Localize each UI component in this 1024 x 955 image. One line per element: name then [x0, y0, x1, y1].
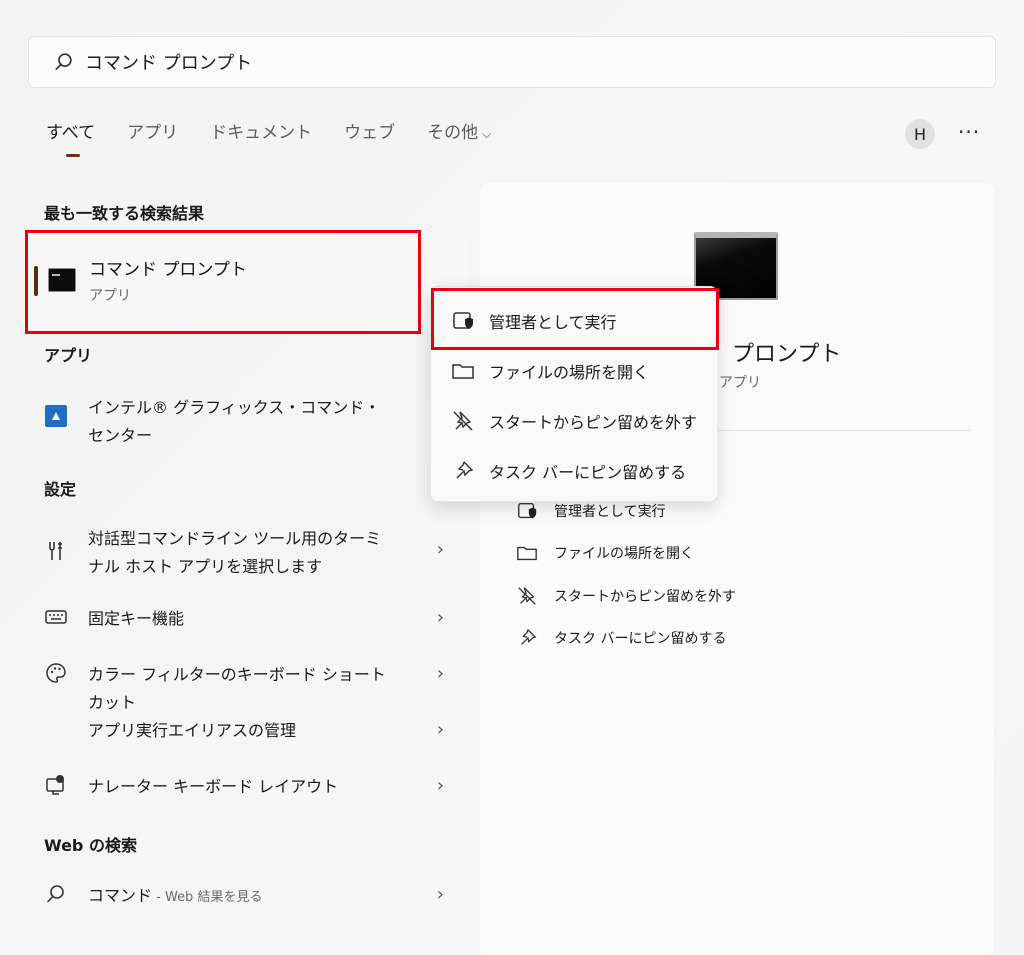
chevron-right-icon: ›	[436, 775, 444, 796]
settings-item-label: カラー フィルターのキーボード ショートカット	[88, 665, 386, 712]
chevron-right-icon: ›	[436, 884, 444, 905]
search-box[interactable]	[28, 36, 996, 88]
settings-item-app-alias[interactable]: アプリ実行エイリアスの管理 ›	[44, 717, 454, 745]
context-menu-run-as-admin[interactable]: 管理者として実行	[451, 309, 617, 333]
settings-item-label: 固定キー機能	[88, 609, 185, 628]
blank-icon	[44, 717, 68, 741]
best-match-heading: 最も一致する検索結果	[44, 204, 205, 223]
intel-graphics-icon	[45, 405, 67, 427]
pin-icon	[521, 629, 537, 645]
pin-icon	[456, 461, 474, 479]
chevron-right-icon: ›	[436, 719, 444, 740]
palette-icon	[46, 663, 66, 683]
chevron-down-icon: ⌵	[482, 127, 492, 141]
folder-icon	[517, 546, 537, 561]
action-label: タスク バーにピン留めする	[554, 631, 727, 647]
preview-action-run-as-admin[interactable]: 管理者として実行	[516, 500, 666, 522]
tab-documents[interactable]: ドキュメント	[210, 118, 312, 152]
more-options-button[interactable]: ···	[958, 120, 980, 144]
action-label: ファイルの場所を開く	[554, 546, 694, 562]
best-match-title: コマンド プロンプト	[89, 260, 247, 280]
context-menu-label: 管理者として実行	[489, 313, 617, 332]
preview-subtitle: アプリ	[719, 375, 761, 391]
web-suffix: - Web 結果を見る	[152, 890, 263, 905]
context-menu: 管理者として実行 ファイルの場所を開く スタートからピン留めを外す タスク バー…	[430, 286, 718, 502]
tab-more[interactable]: その他 ⌵	[427, 118, 491, 152]
search-input[interactable]	[85, 42, 885, 82]
shield-icon	[453, 312, 473, 329]
web-search-heading: Web の検索	[44, 836, 137, 855]
tab-apps[interactable]: アプリ	[127, 118, 178, 152]
tools-icon	[49, 542, 62, 560]
action-label: 管理者として実行	[554, 504, 666, 520]
action-label: スタートからピン留めを外す	[554, 589, 736, 605]
chevron-right-icon: ›	[436, 607, 444, 628]
tab-web[interactable]: ウェブ	[344, 118, 395, 152]
context-menu-label: ファイルの場所を開く	[489, 363, 650, 382]
web-query: コマンド	[88, 886, 153, 905]
settings-item-label: アプリ実行エイリアスの管理	[88, 721, 297, 740]
app-item-label: インテル® グラフィックス・コマンド・センター	[88, 398, 381, 445]
apps-heading: アプリ	[44, 346, 93, 365]
context-menu-unpin-start[interactable]: スタートからピン留めを外す	[451, 409, 697, 433]
settings-item-terminal-host[interactable]: 対話型コマンドライン ツール用のターミナル ホスト アプリを選択します ›	[44, 525, 454, 581]
unpin-icon	[518, 587, 536, 605]
context-menu-label: タスク バーにピン留めする	[489, 463, 687, 482]
search-icon	[55, 53, 72, 70]
selection-indicator	[34, 266, 38, 296]
web-search-item[interactable]: コマンド - Web 結果を見る ›	[44, 882, 454, 912]
preview-action-unpin-start[interactable]: スタートからピン留めを外す	[516, 585, 736, 607]
chevron-right-icon: ›	[436, 663, 444, 684]
settings-heading: 設定	[44, 480, 77, 499]
settings-item-narrator-keyboard[interactable]: ナレーター キーボード レイアウト ›	[44, 773, 454, 801]
settings-item-sticky-keys[interactable]: 固定キー機能 ›	[44, 605, 454, 633]
settings-item-label: ナレーター キーボード レイアウト	[88, 777, 339, 796]
narrator-icon	[46, 775, 64, 795]
search-tabs: すべて アプリ ドキュメント ウェブ その他 ⌵	[46, 118, 491, 158]
preview-title: プロンプト	[732, 342, 842, 367]
preview-action-pin-taskbar[interactable]: タスク バーにピン留めする	[516, 627, 726, 649]
context-menu-pin-taskbar[interactable]: タスク バーにピン留めする	[451, 459, 686, 483]
best-match-subtitle: アプリ	[89, 288, 131, 304]
preview-action-open-file-location[interactable]: ファイルの場所を開く	[516, 542, 694, 564]
search-icon	[47, 885, 64, 903]
unpin-icon	[453, 411, 473, 431]
settings-item-label: 対話型コマンドライン ツール用のターミナル ホスト アプリを選択します	[88, 529, 382, 576]
folder-icon	[452, 364, 474, 379]
app-item-intel-graphics[interactable]: インテル® グラフィックス・コマンド・センター	[44, 394, 454, 450]
context-menu-open-file-location[interactable]: ファイルの場所を開く	[451, 359, 649, 383]
avatar[interactable]: H	[905, 119, 935, 149]
best-match-item[interactable]: コマンド プロンプト アプリ	[28, 233, 466, 331]
shield-icon	[518, 502, 537, 519]
command-prompt-icon	[48, 268, 76, 292]
keyboard-icon	[45, 610, 67, 624]
context-menu-label: スタートからピン留めを外す	[489, 413, 698, 432]
chevron-right-icon: ›	[436, 539, 444, 560]
settings-item-color-filter[interactable]: カラー フィルターのキーボード ショートカット ›	[44, 661, 454, 717]
tab-all[interactable]: すべて	[46, 118, 95, 157]
